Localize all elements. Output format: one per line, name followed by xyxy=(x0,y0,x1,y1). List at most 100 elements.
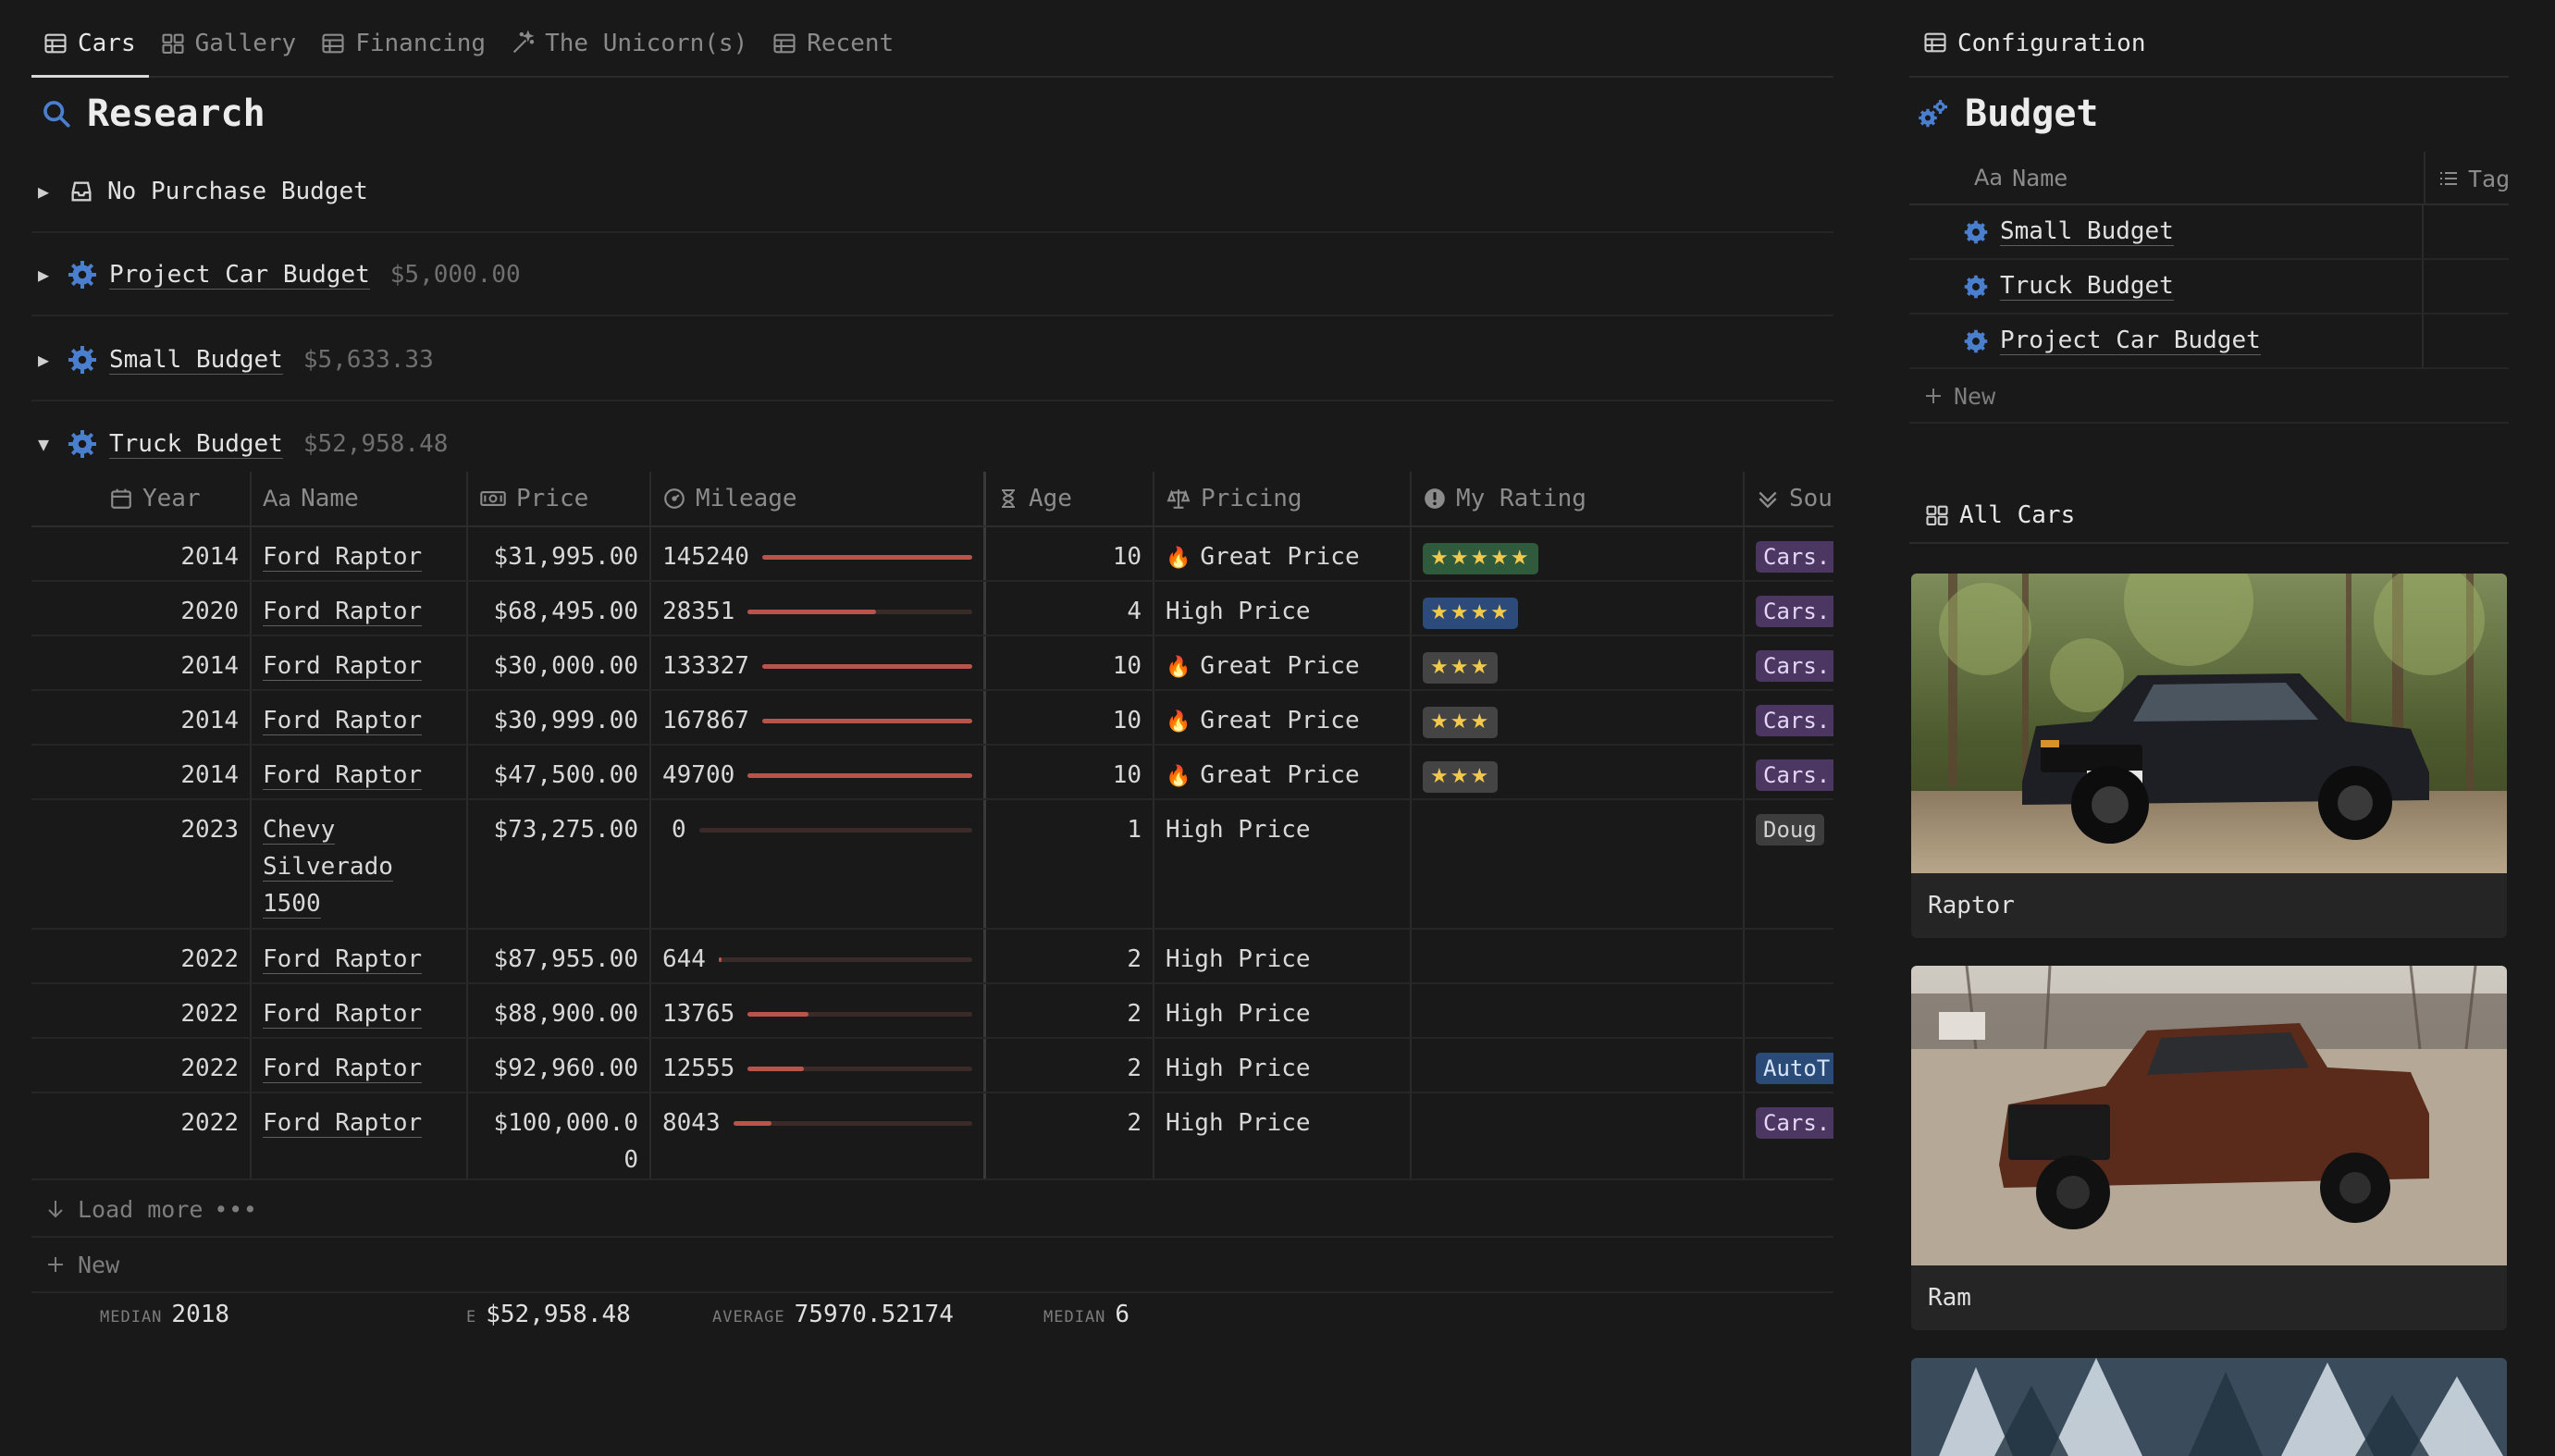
aggregate-price[interactable]: E $52,958.48 xyxy=(466,1301,631,1328)
cell-rating[interactable] xyxy=(1412,930,1745,982)
cell-year[interactable]: 2022 xyxy=(98,1093,252,1178)
cell-mileage[interactable]: 13765 xyxy=(651,984,986,1037)
cell-source[interactable]: Cars. xyxy=(1745,527,1833,580)
column-header-name[interactable]: Aa Name xyxy=(1974,165,2067,191)
table-row[interactable]: 2022 Ford Raptor $100,000.00 8043 2 High Pric… xyxy=(31,1093,1833,1180)
cell-pricing[interactable]: High Price xyxy=(1154,1039,1412,1092)
cell-name[interactable]: Ford Raptor xyxy=(252,691,468,744)
cell-year[interactable]: 2014 xyxy=(98,636,252,689)
group-name[interactable]: Truck Budget xyxy=(109,430,283,459)
table-row[interactable]: 2014 Ford Raptor $47,500.00 49700 10 🔥 Great P… xyxy=(31,746,1833,800)
cell-rating[interactable]: ★★★★ xyxy=(1412,582,1745,635)
group-small-budget[interactable]: ▶ Small Budget $5,633.33 xyxy=(31,320,1833,401)
group-name[interactable]: Small Budget xyxy=(109,346,283,375)
tab-financing[interactable]: Financing xyxy=(309,22,499,65)
table-row[interactable]: 2014 Ford Raptor $31,995.00 145240 10 🔥 Great … xyxy=(31,527,1833,582)
cell-source[interactable] xyxy=(1745,930,1833,982)
aggregate-mileage[interactable]: AVERAGE 75970.52174 xyxy=(712,1301,954,1328)
car-name-link[interactable]: Ford Raptor xyxy=(263,652,423,681)
cell-rating[interactable]: ★★★ xyxy=(1412,636,1745,689)
cell-age[interactable]: 2 xyxy=(986,1093,1154,1178)
car-name-link[interactable]: Ford Raptor xyxy=(263,707,423,735)
gallery-card[interactable]: Raptor xyxy=(1911,574,2507,938)
cell-source[interactable]: AutoT xyxy=(1745,1039,1833,1092)
cell-name[interactable]: Ford Raptor xyxy=(252,1039,468,1092)
cell-price[interactable]: $47,500.00 xyxy=(468,746,651,798)
cell-price[interactable]: $68,495.00 xyxy=(468,582,651,635)
cell-price[interactable]: $87,955.00 xyxy=(468,930,651,982)
cell-year[interactable]: 2014 xyxy=(98,746,252,798)
cell-rating[interactable] xyxy=(1412,800,1745,928)
cell-rating[interactable]: ★★★ xyxy=(1412,691,1745,744)
car-name-link[interactable]: Ford Raptor xyxy=(263,543,423,572)
column-header-mileage[interactable]: Mileage xyxy=(651,472,986,525)
cell-price[interactable]: $30,999.00 xyxy=(468,691,651,744)
cell-year[interactable]: 2020 xyxy=(98,582,252,635)
cell-pricing[interactable]: 🔥 Great Price xyxy=(1154,746,1412,798)
cell-source[interactable]: Cars. xyxy=(1745,582,1833,635)
budget-row[interactable]: Project Car Budget xyxy=(1909,315,2509,369)
cell-price[interactable]: $88,900.00 xyxy=(468,984,651,1037)
cell-source[interactable]: Cars. xyxy=(1745,1093,1833,1178)
cell-mileage[interactable]: 8043 xyxy=(651,1093,986,1178)
car-name-link[interactable]: Ford Raptor xyxy=(263,1109,423,1138)
collapse-triangle-icon[interactable]: ▼ xyxy=(31,433,56,455)
cell-mileage[interactable]: 644 xyxy=(651,930,986,982)
aggregate-year[interactable]: MEDIAN 2018 xyxy=(100,1301,229,1328)
car-name-link[interactable]: Ford Raptor xyxy=(263,761,423,790)
tab-configuration[interactable]: Configuration xyxy=(1909,22,2509,78)
cell-year[interactable]: 2014 xyxy=(98,527,252,580)
car-name-link[interactable]: Ford Raptor xyxy=(263,1000,423,1029)
cell-name[interactable]: Ford Raptor xyxy=(252,636,468,689)
cell-price[interactable]: $73,275.00 xyxy=(468,800,651,928)
column-header-rating[interactable]: My Rating xyxy=(1412,472,1745,525)
cell-year[interactable]: 2014 xyxy=(98,691,252,744)
table-row[interactable]: 2014 Ford Raptor $30,000.00 133327 10 🔥 Great … xyxy=(31,636,1833,691)
tab-cars[interactable]: Cars xyxy=(31,22,149,78)
table-row[interactable]: 2022 Ford Raptor $88,900.00 13765 2 High Pric… xyxy=(31,984,1833,1039)
cell-age[interactable]: 10 xyxy=(986,691,1154,744)
table-row[interactable]: 2014 Ford Raptor $30,999.00 167867 10 🔥 Great … xyxy=(31,691,1833,746)
cell-rating[interactable] xyxy=(1412,1039,1745,1092)
cell-year[interactable]: 2022 xyxy=(98,930,252,982)
column-header-age[interactable]: Age xyxy=(986,472,1154,525)
aggregate-age[interactable]: MEDIAN 6 xyxy=(1043,1301,1129,1328)
cell-mileage[interactable]: 12555 xyxy=(651,1039,986,1092)
cell-name[interactable]: Chevy Silverado 1500 xyxy=(252,800,468,928)
group-project-car-budget[interactable]: ▶ Project Car Budget $5,000.00 xyxy=(31,235,1833,316)
cell-name[interactable]: Ford Raptor xyxy=(252,582,468,635)
cell-pricing[interactable]: 🔥 Great Price xyxy=(1154,636,1412,689)
cell-pricing[interactable]: High Price xyxy=(1154,930,1412,982)
cell-pricing[interactable]: 🔥 Great Price xyxy=(1154,527,1412,580)
cell-pricing[interactable]: 🔥 Great Price xyxy=(1154,691,1412,744)
cell-price[interactable]: $31,995.00 xyxy=(468,527,651,580)
cell-mileage[interactable]: 145240 xyxy=(651,527,986,580)
cell-pricing[interactable]: High Price xyxy=(1154,1093,1412,1178)
table-row[interactable]: 2020 Ford Raptor $68,495.00 28351 4 High Pric… xyxy=(31,582,1833,636)
column-header-price[interactable]: Price xyxy=(468,472,651,525)
cell-mileage[interactable]: 167867 xyxy=(651,691,986,744)
car-name-link[interactable]: Ford Raptor xyxy=(263,598,423,626)
new-row-button[interactable]: New xyxy=(31,1238,1833,1293)
cell-source[interactable]: Cars. xyxy=(1745,691,1833,744)
cell-age[interactable]: 1 xyxy=(986,800,1154,928)
cell-source[interactable]: Cars. xyxy=(1745,746,1833,798)
load-more-button[interactable]: Load more ••• xyxy=(31,1182,1833,1238)
cell-name[interactable]: Ford Raptor xyxy=(252,527,468,580)
budget-name[interactable]: Truck Budget xyxy=(2000,272,2174,301)
tab-all-cars[interactable]: All Cars xyxy=(1909,488,2509,544)
cell-rating[interactable] xyxy=(1412,984,1745,1037)
cell-mileage[interactable]: 28351 xyxy=(651,582,986,635)
tab-the-unicorns[interactable]: The Unicorn(s) xyxy=(499,22,760,65)
cell-age[interactable]: 2 xyxy=(986,930,1154,982)
cell-name[interactable]: Ford Raptor xyxy=(252,984,468,1037)
tab-gallery[interactable]: Gallery xyxy=(149,22,310,65)
car-name-link[interactable]: Ford Raptor xyxy=(263,1055,423,1083)
cell-source[interactable]: Doug xyxy=(1745,800,1833,928)
cell-age[interactable]: 10 xyxy=(986,746,1154,798)
table-row[interactable]: 2022 Ford Raptor $87,955.00 644 2 High Price xyxy=(31,930,1833,984)
cell-mileage[interactable]: 49700 xyxy=(651,746,986,798)
cell-name[interactable]: Ford Raptor xyxy=(252,1093,468,1178)
cell-source[interactable] xyxy=(1745,984,1833,1037)
car-name-link[interactable]: Chevy Silverado 1500 xyxy=(263,816,393,919)
